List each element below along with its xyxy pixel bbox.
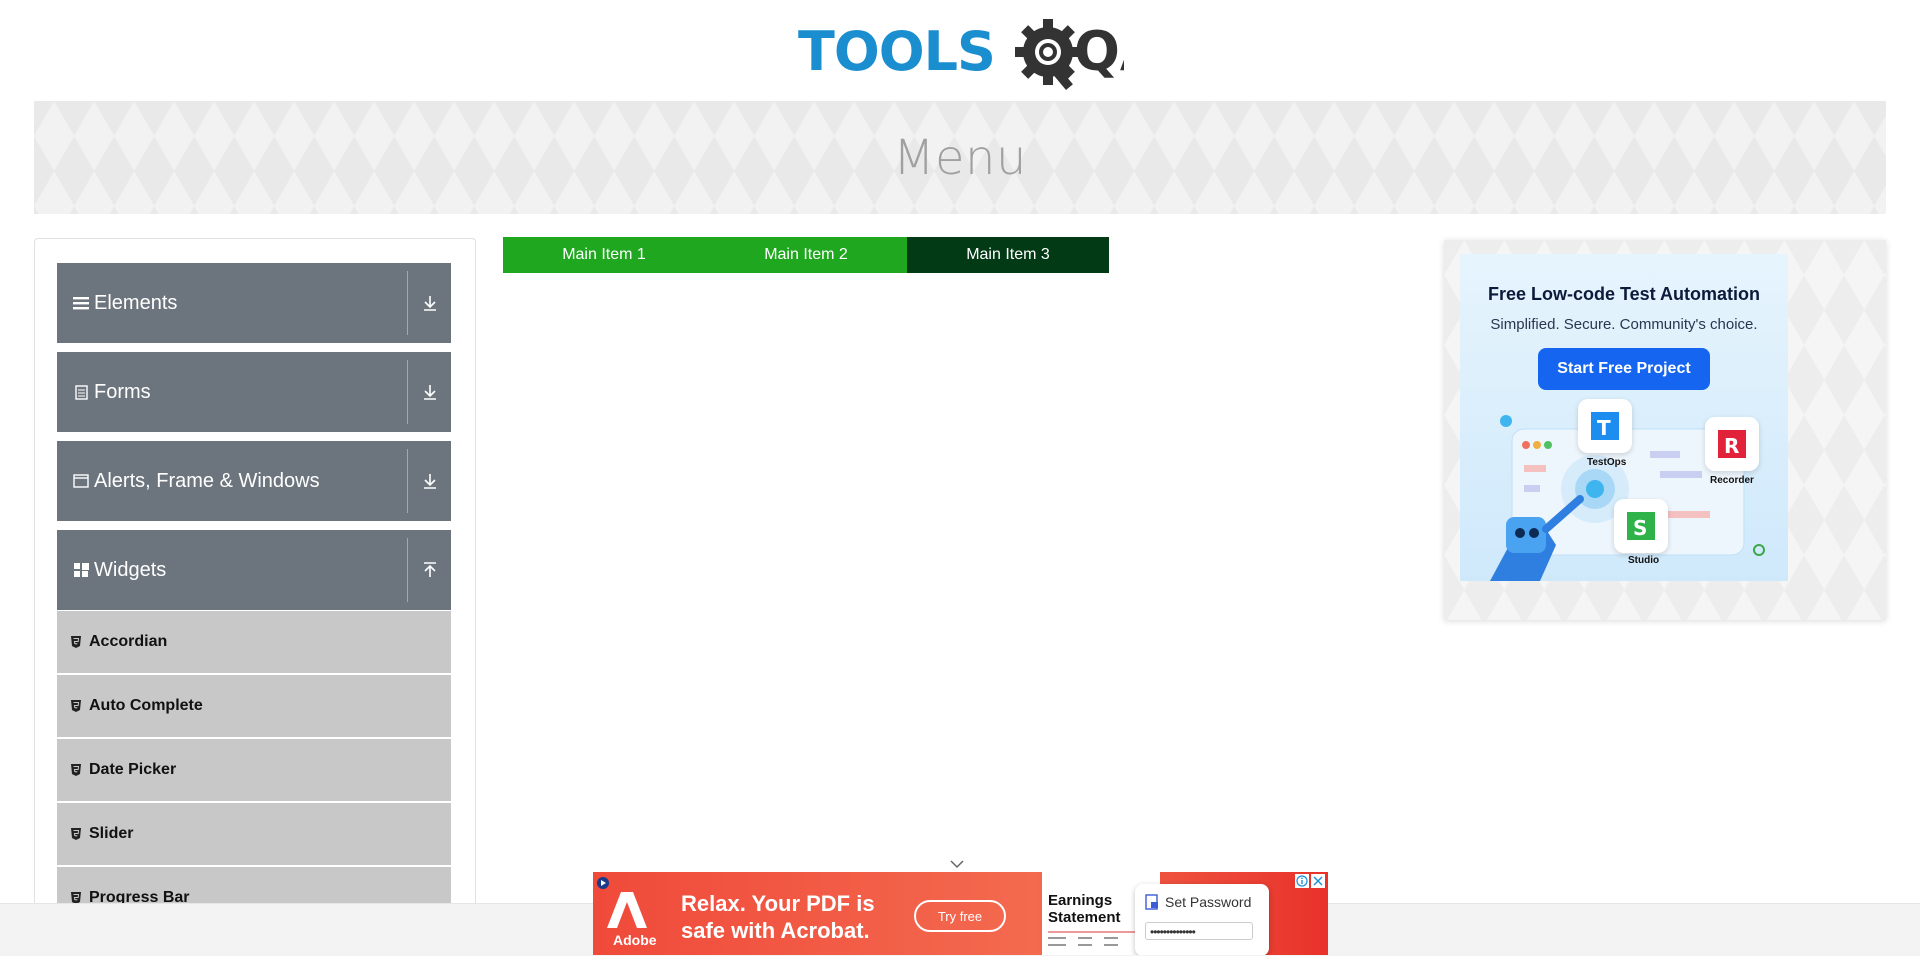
expand-icon[interactable] [407,271,451,335]
badge-label-testops: TestOps [1587,457,1627,468]
sidebar-item-date-picker[interactable]: Date Picker [57,739,451,803]
html5-icon [71,764,83,776]
katalon-ad[interactable]: Free Low-code Test Automation Simplified… [1460,254,1788,581]
ad-illustration: T TestOps R Recorder S Studio [1460,399,1788,581]
sidebar-item-label: Slider [89,825,134,842]
main-menu: Main Item 1 Main Item 2 Main Item 3 [503,237,1109,273]
html5-icon [71,636,83,648]
badge-label-studio: Studio [1628,555,1660,566]
sidebar-group-title: Alerts, Frame & Windows [94,469,320,492]
sidebar: Elements Forms Alerts, Frame & Windows W… [34,238,476,956]
ad-subtitle: Simplified. Secure. Community's choice. [1490,316,1758,333]
svg-text:T: T [1597,416,1611,440]
sidebar-item-accordian[interactable]: Accordian [57,611,451,675]
try-free-button[interactable]: Try free [914,900,1006,932]
svg-text:R: R [1724,434,1739,458]
sidebar-group-title: Elements [94,291,178,314]
sidebar-group-alerts[interactable]: Alerts, Frame & Windows [57,441,451,521]
document-icon [72,384,90,400]
menu-item-2[interactable]: Main Item 2 [705,237,907,273]
recorder-badge: R [1705,417,1759,471]
start-free-project-button[interactable]: Start Free Project [1538,348,1710,390]
expand-icon[interactable] [407,360,451,424]
ad-title: Free Low-code Test Automation [1487,284,1760,304]
adobe-brand: Adobe [613,932,657,948]
toolsqa-logo[interactable]: TOOLS QA [796,14,1124,94]
studio-badge: S [1614,499,1668,553]
right-advertisement: Free Low-code Test Automation Simplified… [1444,240,1886,620]
sidebar-group-widgets[interactable]: Widgets [57,530,451,610]
menu-item-3[interactable]: Main Item 3 [907,237,1109,273]
expand-icon[interactable] [407,449,451,513]
collapse-icon[interactable] [407,538,451,602]
close-icon[interactable] [1311,874,1325,888]
sidebar-group-forms[interactable]: Forms [57,352,451,432]
password-card: Set Password •••••••••••••• [1135,884,1269,955]
logo-text-tools: TOOLS [798,20,995,83]
menu-item-1[interactable]: Main Item 1 [503,237,705,273]
page-banner: Menu [34,101,1886,214]
sidebar-item-label: Date Picker [89,761,177,778]
password-label: Set Password [1165,894,1252,910]
hamburger-icon [72,296,90,310]
sidebar-item-slider[interactable]: Slider [57,803,451,867]
logo-text-qa: QA [1074,20,1124,83]
sidebar-item-label: Auto Complete [89,697,203,714]
sidebar-group-title: Widgets [94,558,167,581]
sidebar-item-auto-complete[interactable]: Auto Complete [57,675,451,739]
adchoices-icon[interactable] [597,876,609,889]
widgets-icon [72,562,90,578]
testops-badge: T [1578,399,1632,453]
sidebar-group-title: Forms [94,380,151,403]
sidebar-group-elements[interactable]: Elements [57,263,451,343]
info-icon[interactable] [1295,874,1309,888]
pdf-lock-icon [1145,894,1158,910]
adobe-advertisement[interactable]: Adobe Relax. Your PDF is safe with Acrob… [593,872,1328,955]
svg-text:S: S [1633,516,1647,540]
window-icon [72,474,90,488]
page-title: Menu [893,129,1027,186]
chevron-down-icon[interactable] [950,856,964,869]
password-field: •••••••••••••• [1145,922,1253,940]
ad-headline: Relax. Your PDF is safe with Acrobat. [681,891,875,943]
sidebar-item-label: Accordian [89,633,168,650]
badge-label-recorder: Recorder [1710,475,1754,486]
html5-icon [71,828,83,840]
html5-icon [71,700,83,712]
